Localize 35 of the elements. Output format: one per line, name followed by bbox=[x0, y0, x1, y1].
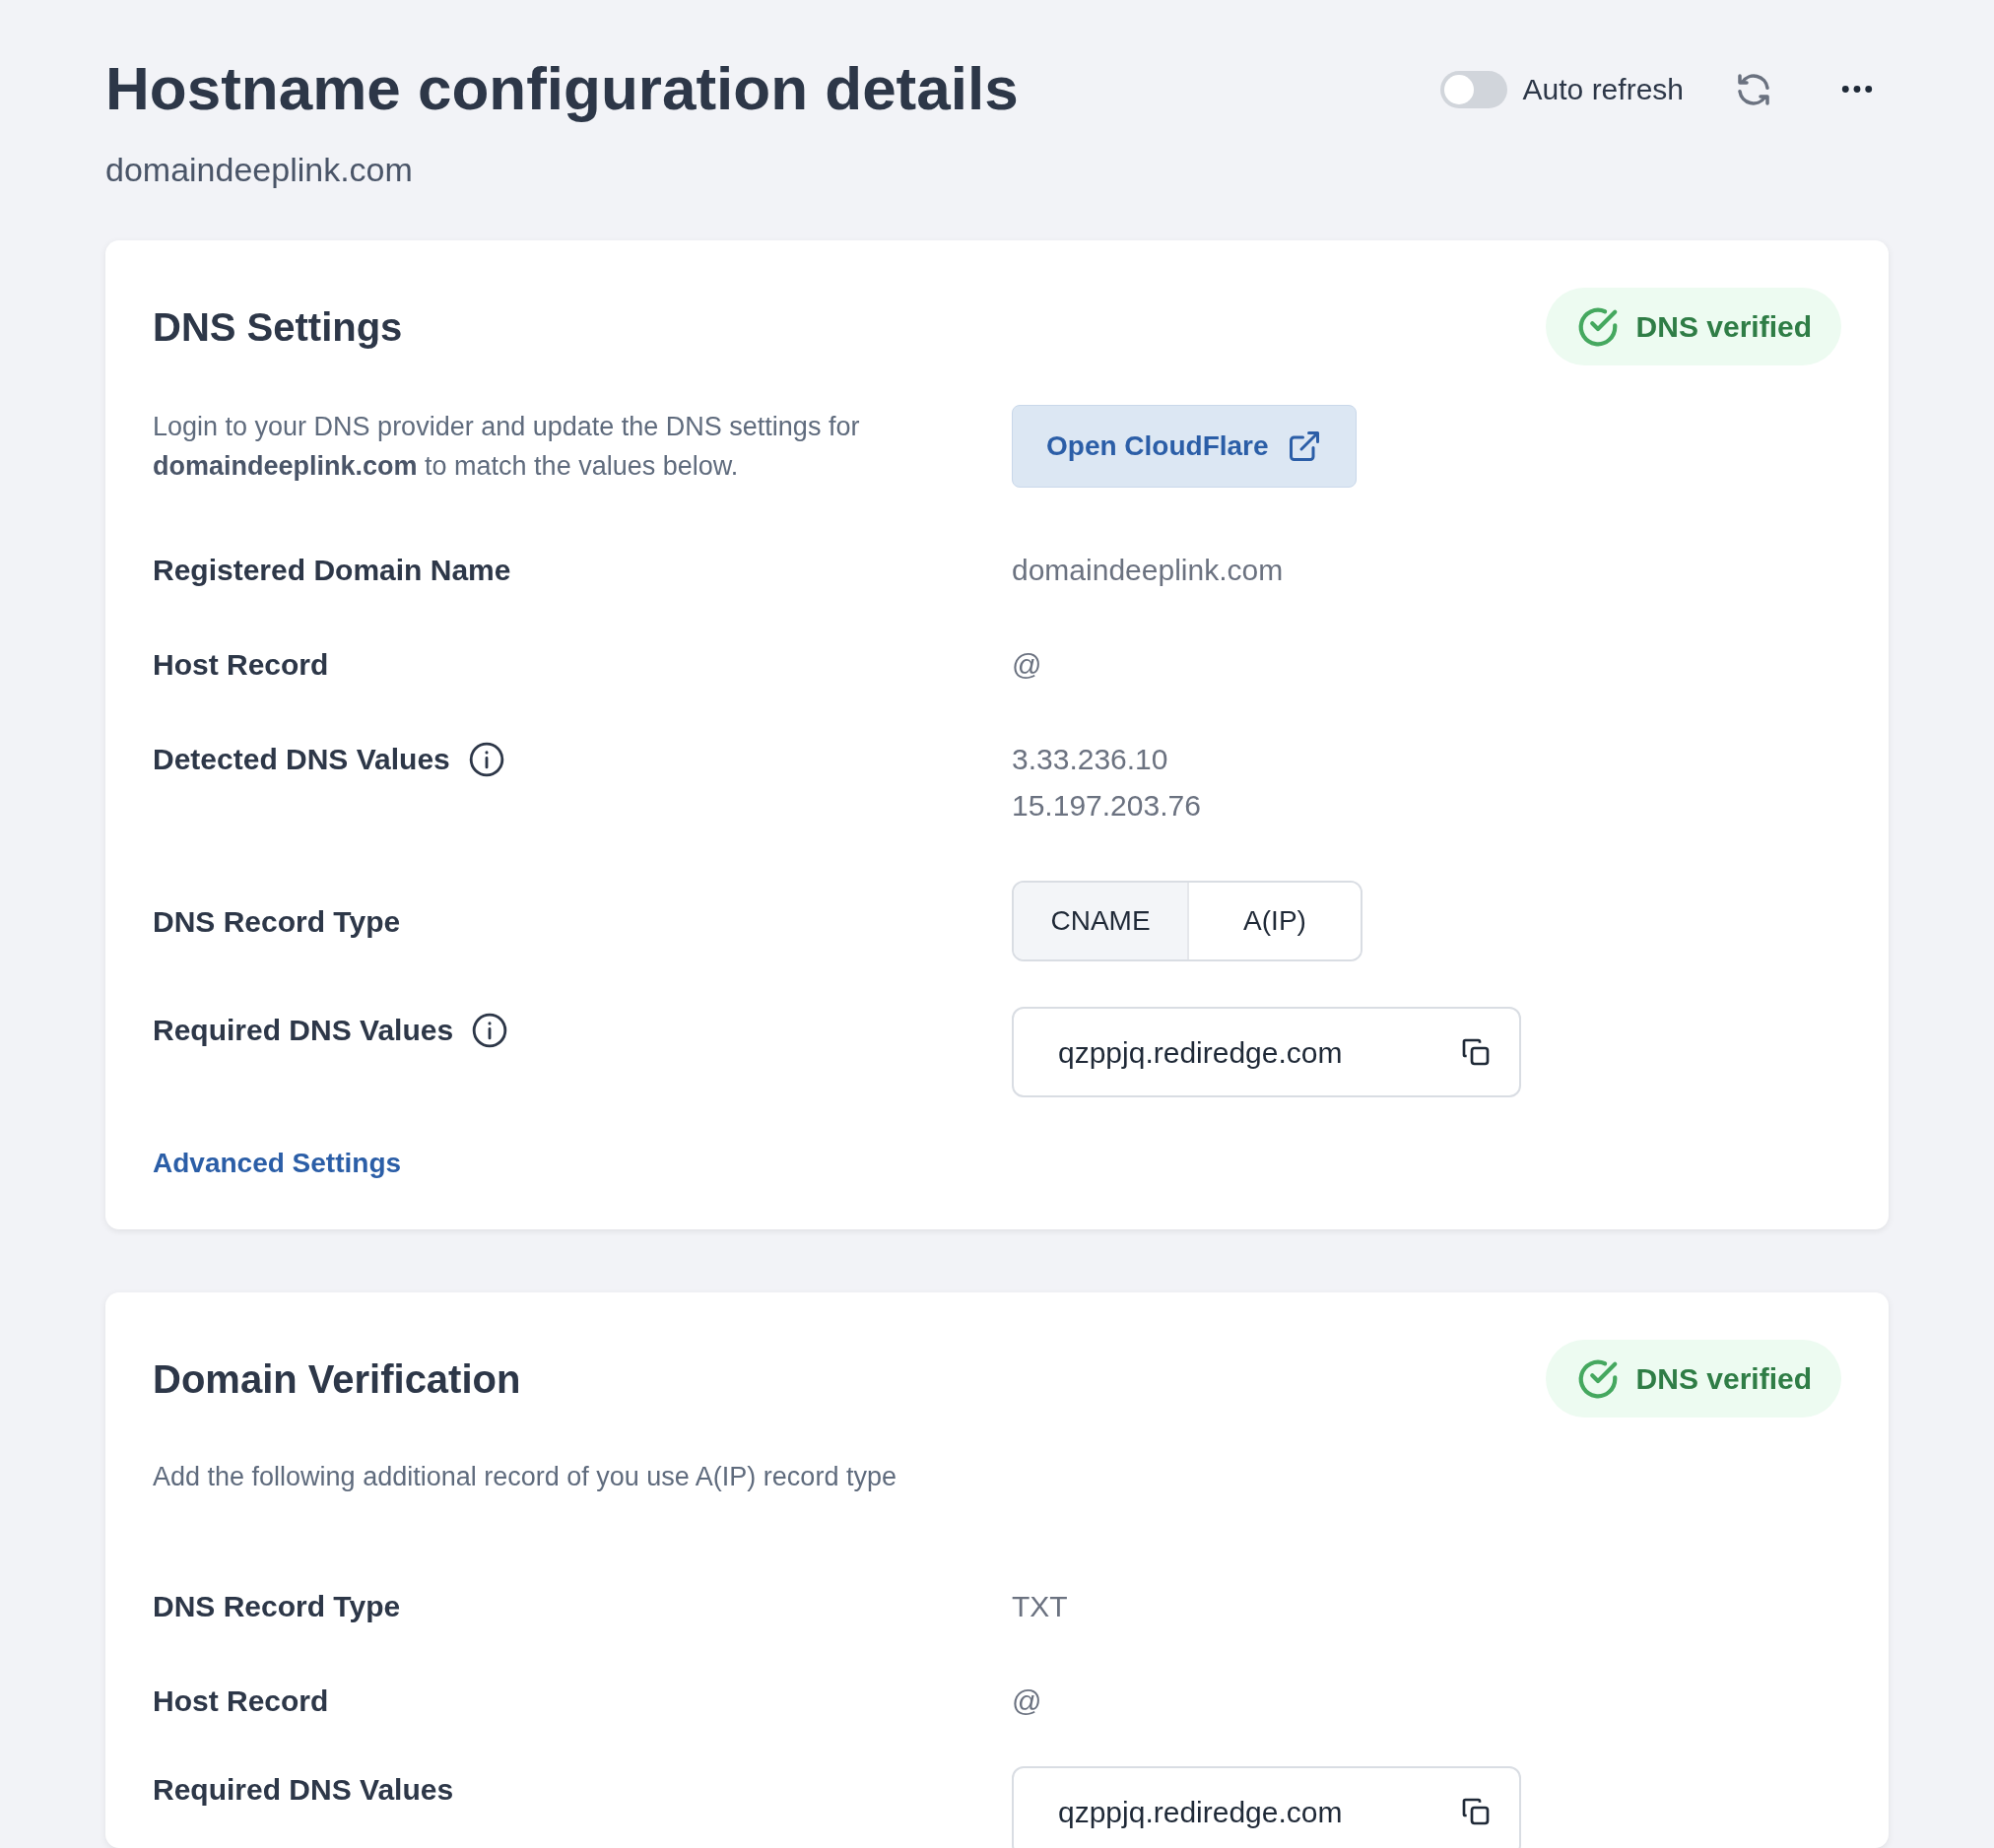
ip-address: 15.197.203.76 bbox=[1012, 788, 1202, 824]
info-icon[interactable] bbox=[471, 1012, 509, 1049]
badge-label: DNS verified bbox=[1635, 1361, 1812, 1397]
ip-address: 3.33.236.10 bbox=[1012, 742, 1169, 777]
field-label: Required DNS Values bbox=[153, 1772, 454, 1808]
field-label: Required DNS Values bbox=[153, 1013, 454, 1048]
page-subtitle: domaindeeplink.com bbox=[105, 150, 414, 190]
copy-field[interactable]: qzppjq.rediredge.com bbox=[1012, 1766, 1521, 1848]
field-label: DNS Record Type bbox=[153, 904, 401, 940]
page-title: Hostname configuration details bbox=[105, 53, 1019, 124]
field-label: Host Record bbox=[153, 647, 329, 683]
auto-refresh-toggle[interactable] bbox=[1439, 70, 1507, 108]
field-label: Host Record bbox=[153, 1683, 329, 1719]
copy-icon[interactable] bbox=[1460, 1796, 1492, 1827]
advanced-settings-link[interactable]: Advanced Settings bbox=[153, 1143, 402, 1184]
record-type-option[interactable]: A(IP) bbox=[1187, 883, 1361, 959]
field-value: domaindeeplink.com bbox=[1012, 553, 1285, 588]
section-description: Add the following additional record of you use A(IP) record type bbox=[153, 1461, 897, 1493]
field-label: DNS Record Type bbox=[153, 1589, 401, 1624]
open-provider-button[interactable]: Open CloudFlare bbox=[1012, 405, 1357, 488]
info-icon[interactable] bbox=[467, 741, 505, 778]
copy-icon[interactable] bbox=[1460, 1036, 1492, 1068]
record-type-option[interactable]: CNAME bbox=[1014, 883, 1187, 959]
section-title: Domain Verification bbox=[153, 1355, 521, 1403]
field-label: Registered Domain Name bbox=[153, 553, 511, 588]
auto-refresh-label: Auto refresh bbox=[1522, 72, 1684, 107]
copy-field[interactable]: qzppjq.rediredge.com bbox=[1012, 1007, 1521, 1097]
more-options-icon[interactable] bbox=[1841, 85, 1873, 94]
section-title: DNS Settings bbox=[153, 303, 403, 351]
badge-label: DNS verified bbox=[1635, 309, 1812, 345]
field-value: @ bbox=[1012, 1683, 1043, 1719]
field-value: TXT bbox=[1012, 1589, 1069, 1624]
field-label: Detected DNS Values bbox=[153, 742, 450, 777]
field-value: @ bbox=[1012, 647, 1043, 683]
section-description: Login to your DNS provider and update the DNS settings for domaindeeplink.com to match the values below. bbox=[153, 411, 861, 483]
